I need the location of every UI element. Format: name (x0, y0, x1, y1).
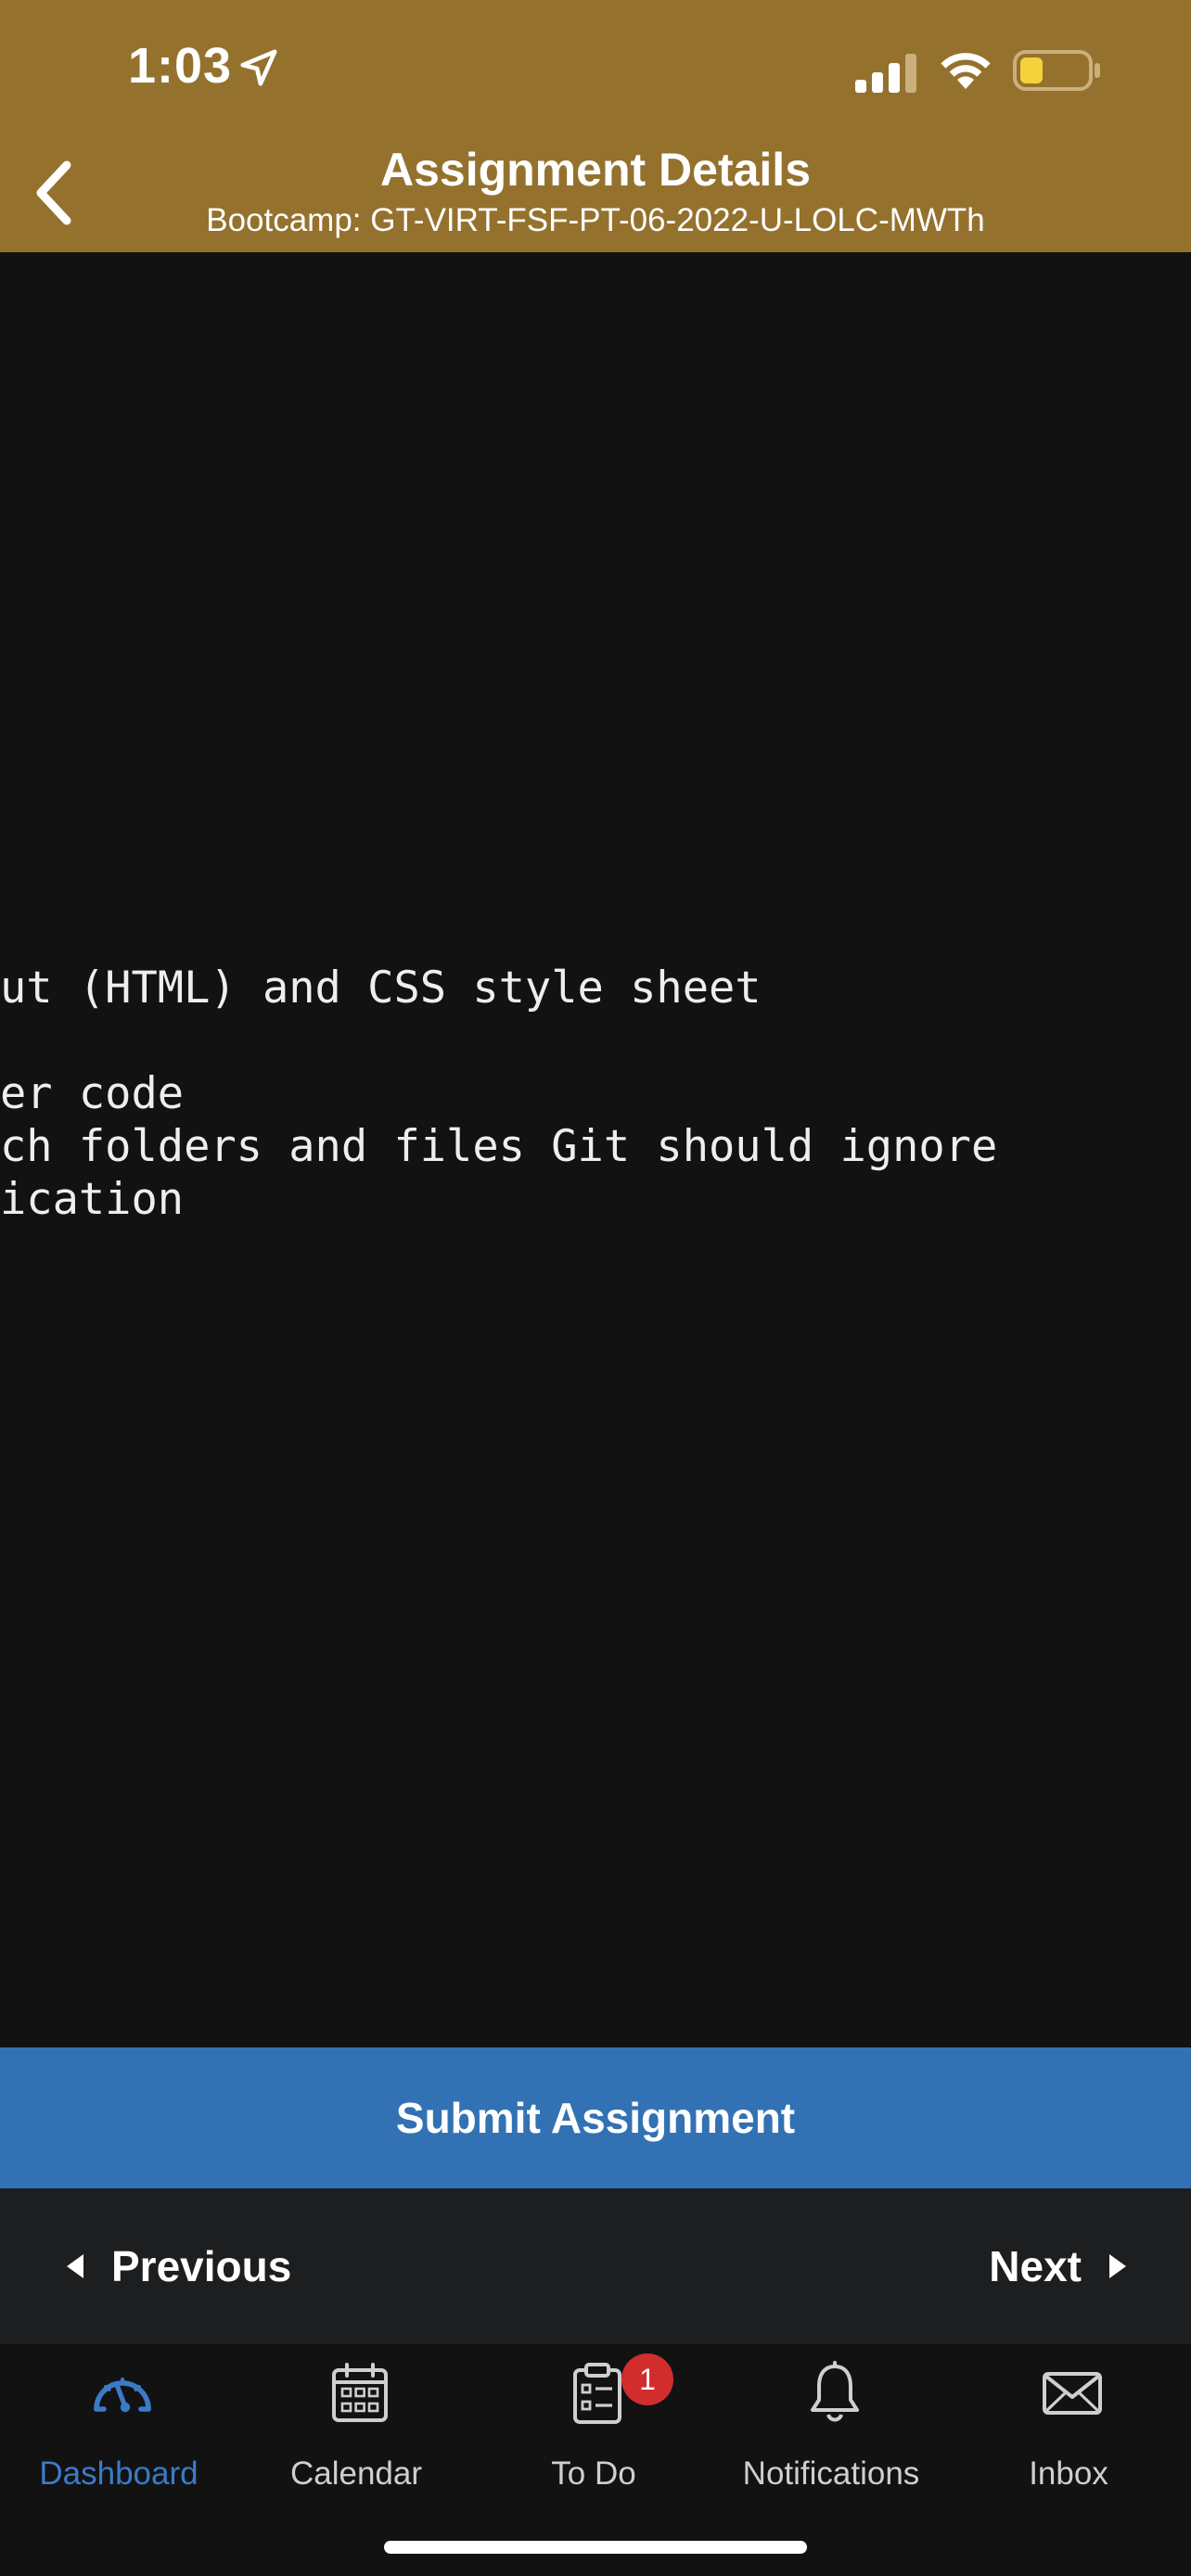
todo-icon (573, 2363, 621, 2424)
bottom-tab-bar: Dashboard Calendar 1 To Do Notifications… (0, 2344, 1191, 2576)
code-line: er code (0, 1068, 185, 1119)
previous-button[interactable]: Previous (67, 2188, 291, 2344)
tab-todo[interactable]: 1 To Do (475, 2344, 712, 2502)
tab-notifications[interactable]: Notifications (712, 2344, 950, 2502)
dashboard-icon (94, 2378, 151, 2413)
location-arrow-icon (240, 49, 277, 86)
caret-right-icon (1109, 2253, 1126, 2278)
tab-calendar[interactable]: Calendar (237, 2344, 475, 2502)
tab-inbox[interactable]: Inbox (950, 2344, 1187, 2502)
wifi-icon (941, 53, 991, 89)
cellular-signal-icon (855, 54, 916, 93)
bell-icon (811, 2361, 859, 2422)
bootcamp-subtitle: Bootcamp: GT-VIRT-FSF-PT-06-2022-U-LOLC-… (206, 202, 985, 238)
todo-count-badge: 1 (621, 2353, 673, 2405)
app-header: 1:03 Assignment Details Bootcamp: GT-VIR… (0, 0, 1191, 252)
battery-icon (1013, 50, 1100, 91)
tab-dashboard[interactable]: Dashboard (0, 2344, 237, 2502)
assignment-pager: Previous Next (0, 2188, 1191, 2344)
code-line: ication (0, 1174, 185, 1225)
tab-label: Dashboard (39, 2455, 198, 2492)
next-label: Next (989, 2242, 1082, 2290)
code-line: ch folders and files Git should ignore (0, 1121, 998, 1172)
submit-assignment-button[interactable]: Submit Assignment (0, 2047, 1191, 2188)
assignment-content-area[interactable]: ut (HTML) and CSS style sheet er code ch… (0, 252, 1191, 2047)
status-time: 1:03 (128, 38, 233, 94)
code-line: ut (HTML) and CSS style sheet (0, 963, 762, 1014)
previous-label: Previous (111, 2242, 292, 2290)
tab-label: Inbox (1029, 2455, 1108, 2492)
assignment-details-screen: 1:03 Assignment Details Bootcamp: GT-VIR… (0, 0, 1191, 2576)
tab-label: To Do (551, 2455, 636, 2492)
tab-label: Calendar (289, 2455, 423, 2492)
home-indicator (384, 2541, 807, 2554)
caret-left-icon (67, 2253, 83, 2278)
tab-label: Notifications (742, 2455, 920, 2492)
page-title: Assignment Details (379, 144, 811, 196)
calendar-icon (332, 2363, 388, 2422)
next-button[interactable]: Next (989, 2188, 1126, 2344)
envelope-icon (1043, 2372, 1102, 2415)
